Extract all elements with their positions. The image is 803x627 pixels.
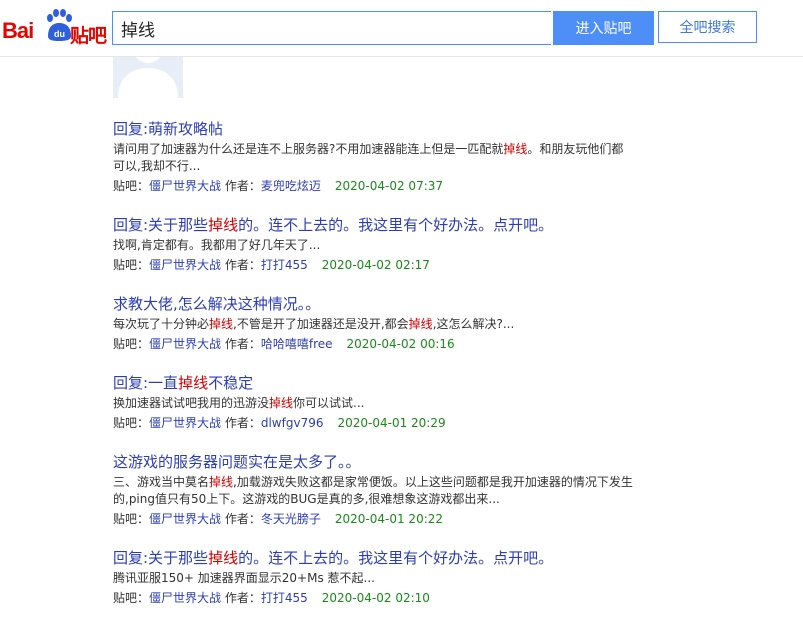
post-snippet: 每次玩了十分钟必掉线,不管是开了加速器还是没开,都会掉线,这怎么解决?... bbox=[113, 317, 515, 331]
keyword-highlight: 掉线 bbox=[209, 317, 234, 331]
list-item: 回复:关于那些掉线的。连不上去的。我这里有个好办法。点开吧。腾讯亚服150+ 加… bbox=[113, 547, 673, 607]
forum-link[interactable]: 僵尸世界大战 bbox=[149, 258, 221, 272]
logo-bai-text: Bai bbox=[2, 18, 34, 43]
forum-label: 贴吧： bbox=[113, 179, 150, 193]
post-snippet: 请问用了加速器为什么还是连不上服务器?不用加速器能连上但是一匹配就掉线。和朋友玩… bbox=[113, 142, 624, 173]
list-item: 求教大佬,怎么解决这种情况。。每次玩了十分钟必掉线,不管是开了加速器还是没开,都… bbox=[113, 293, 673, 353]
top-header: Bai du 贴吧 进入贴吧 全吧搜索 bbox=[0, 0, 803, 57]
keyword-highlight: 掉线 bbox=[408, 317, 433, 331]
post-snippet: 三、游戏当中莫名掉线,加载游戏失败这都是家常便饭。以上这些问题都是我开加速器的情… bbox=[113, 475, 633, 506]
baidu-tieba-logo[interactable]: Bai du 贴吧 bbox=[2, 8, 107, 48]
forum-label: 贴吧： bbox=[113, 337, 150, 351]
post-date: 2020-04-02 02:10 bbox=[321, 591, 430, 605]
post-meta: 贴吧：僵尸世界大战 作者：麦兜吃炫迈 2020-04-02 07:37 bbox=[113, 177, 673, 195]
author-label: 作者： bbox=[221, 512, 261, 526]
author-link[interactable]: 麦兜吃炫迈 bbox=[261, 179, 321, 193]
paw-logo-icon: du bbox=[47, 9, 72, 41]
post-meta: 贴吧：僵尸世界大战 作者：打打455 2020-04-02 02:10 bbox=[113, 589, 673, 607]
author-link[interactable]: dlwfgv796 bbox=[261, 416, 324, 430]
list-item: 这游戏的服务器问题实在是太多了。。 三、游戏当中莫名掉线,加载游戏失败这都是家常便… bbox=[113, 451, 673, 528]
forum-link[interactable]: 僵尸世界大战 bbox=[149, 179, 221, 193]
forum-link[interactable]: 僵尸世界大战 bbox=[149, 337, 221, 351]
list-item: 回复:关于那些掉线的。连不上去的。我这里有个好办法。点开吧。找啊,肯定都有。我都… bbox=[113, 214, 673, 274]
list-item: 回复:一直掉线不稳定换加速器试试吧我用的迅游没掉线你可以试试... 贴吧：僵尸世界… bbox=[113, 372, 673, 432]
author-label: 作者： bbox=[221, 337, 261, 351]
keyword-highlight: 掉线 bbox=[208, 216, 239, 234]
forum-label: 贴吧： bbox=[113, 591, 150, 605]
author-label: 作者： bbox=[221, 258, 261, 272]
search-all-forums-button[interactable]: 全吧搜索 bbox=[658, 11, 757, 43]
post-title-link[interactable]: 这游戏的服务器问题实在是太多了。。 bbox=[113, 451, 673, 473]
post-meta: 贴吧：僵尸世界大战 作者：dlwfgv796 2020-04-01 20:29 bbox=[113, 414, 673, 432]
post-title-link[interactable]: 回复:关于那些掉线的。连不上去的。我这里有个好办法。点开吧。 bbox=[113, 214, 673, 236]
author-link[interactable]: 哈哈嘻嘻free bbox=[261, 337, 333, 351]
author-label: 作者： bbox=[221, 179, 261, 193]
author-label: 作者： bbox=[221, 591, 261, 605]
keyword-highlight: 掉线 bbox=[178, 374, 209, 392]
keyword-highlight: 掉线 bbox=[269, 396, 294, 410]
search-input[interactable] bbox=[112, 11, 551, 45]
forum-link[interactable]: 僵尸世界大战 bbox=[149, 416, 221, 430]
author-link[interactable]: 打打455 bbox=[261, 591, 308, 605]
post-meta: 贴吧：僵尸世界大战 作者：冬天光膀子 2020-04-01 20:22 bbox=[113, 510, 673, 528]
post-snippet: 腾讯亚服150+ 加速器界面显示20+Ms 惹不起... bbox=[113, 571, 375, 585]
logo-du-text: du bbox=[54, 29, 65, 39]
logo-tieba-text: 贴吧 bbox=[70, 25, 107, 47]
post-meta: 贴吧：僵尸世界大战 作者：哈哈嘻嘻free 2020-04-02 00:16 bbox=[113, 335, 673, 353]
post-meta: 贴吧：僵尸世界大战 作者：打打455 2020-04-02 02:17 bbox=[113, 256, 673, 274]
author-link[interactable]: 打打455 bbox=[261, 258, 308, 272]
enter-forum-button[interactable]: 进入贴吧 bbox=[553, 11, 654, 45]
keyword-highlight: 掉线 bbox=[503, 142, 528, 156]
keyword-highlight: 掉线 bbox=[209, 475, 234, 489]
post-date: 2020-04-02 02:17 bbox=[321, 258, 430, 272]
post-title-link[interactable]: 求教大佬,怎么解决这种情况。。 bbox=[113, 293, 673, 315]
post-title-link[interactable]: 回复:关于那些掉线的。连不上去的。我这里有个好办法。点开吧。 bbox=[113, 547, 673, 569]
post-snippet: 找啊,肯定都有。我都用了好几年天了... bbox=[113, 238, 321, 252]
post-title-link[interactable]: 回复:一直掉线不稳定 bbox=[113, 372, 673, 394]
search-results-list: 回复:萌新攻略帖 请问用了加速器为什么还是连不上服务器?不用加速器能连上但是一匹配… bbox=[113, 118, 673, 626]
forum-link[interactable]: 僵尸世界大战 bbox=[149, 591, 221, 605]
author-link[interactable]: 冬天光膀子 bbox=[261, 512, 321, 526]
post-date: 2020-04-02 07:37 bbox=[334, 179, 444, 193]
author-label: 作者： bbox=[221, 416, 261, 430]
forum-link[interactable]: 僵尸世界大战 bbox=[149, 512, 221, 526]
forum-label: 贴吧： bbox=[113, 512, 150, 526]
forum-label: 贴吧： bbox=[113, 416, 150, 430]
post-date: 2020-04-02 00:16 bbox=[346, 337, 455, 351]
post-snippet: 换加速器试试吧我用的迅游没掉线你可以试试... bbox=[113, 396, 365, 410]
post-title-link[interactable]: 回复:萌新攻略帖 bbox=[113, 118, 673, 140]
post-date: 2020-04-01 20:22 bbox=[334, 512, 444, 526]
list-item: 回复:萌新攻略帖 请问用了加速器为什么还是连不上服务器?不用加速器能连上但是一匹配… bbox=[113, 118, 673, 195]
post-date: 2020-04-01 20:29 bbox=[337, 416, 446, 430]
keyword-highlight: 掉线 bbox=[208, 549, 239, 567]
forum-label: 贴吧： bbox=[113, 258, 150, 272]
